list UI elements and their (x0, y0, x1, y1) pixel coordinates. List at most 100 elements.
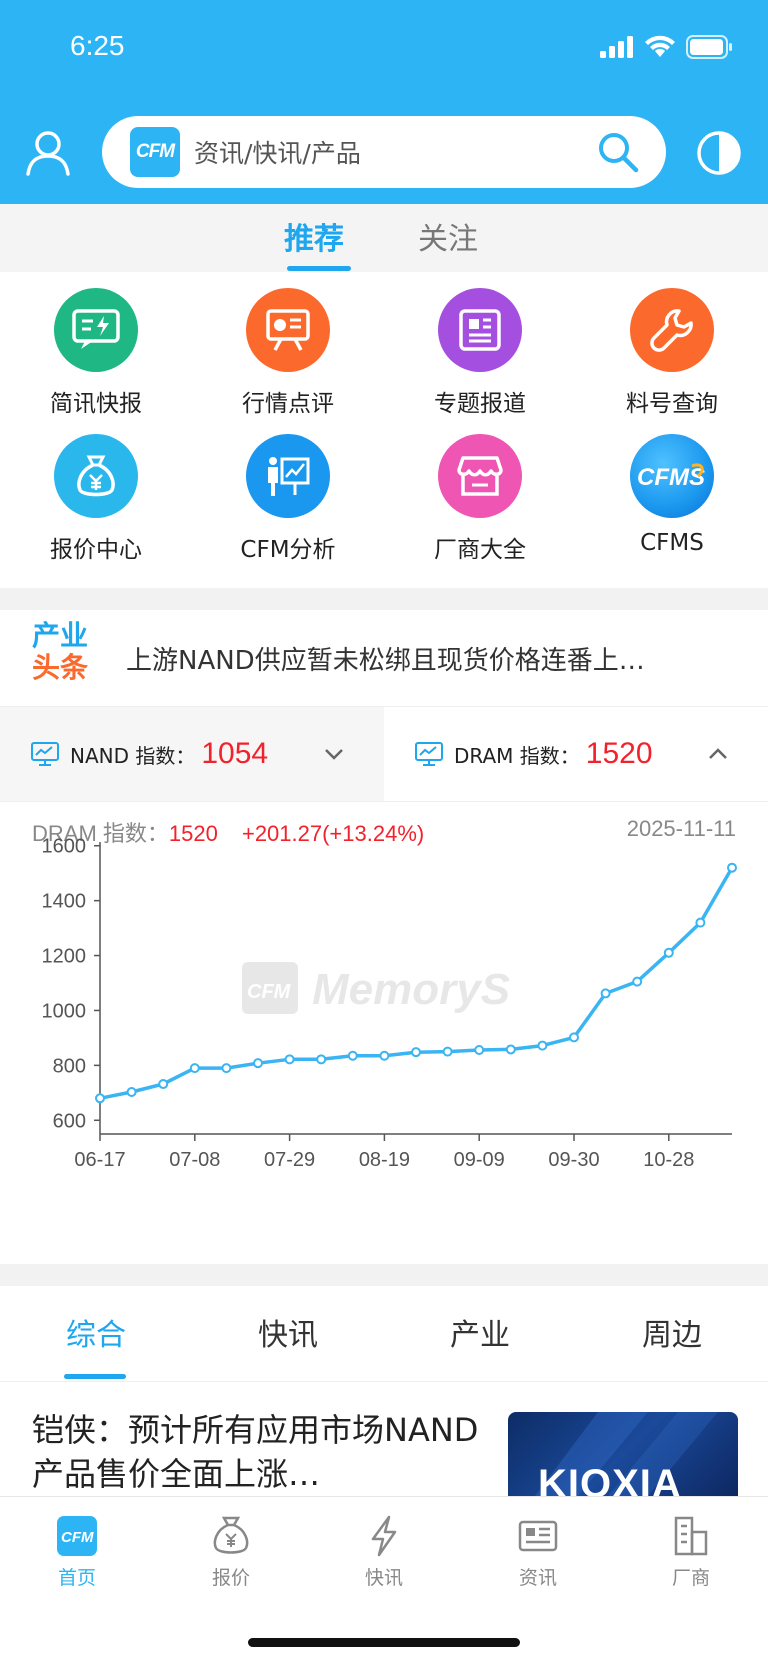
news-tab-all[interactable]: 综合 (0, 1310, 192, 1354)
theme-toggle-icon[interactable] (696, 130, 742, 176)
chevron-up-icon[interactable] (706, 743, 730, 765)
battery-icon (686, 35, 732, 59)
shortcut-label: 料号查询 (626, 391, 718, 417)
data-point (505, 1044, 516, 1055)
monitor-chart-icon (415, 742, 443, 766)
nav-home[interactable]: CFM 首页 (0, 1515, 154, 1595)
market-review-icon (246, 288, 330, 372)
chart-watermark: CFM MemoryS (242, 962, 510, 1014)
shortcut-cfm-analysis[interactable]: CFM分析 (192, 426, 384, 566)
shortcut-part-lookup[interactable]: 料号查询 (576, 280, 768, 420)
shortcut-cfms[interactable]: CFMS CFMS (576, 426, 768, 566)
news-thumbnail[interactable]: KIOXIA (508, 1412, 738, 1496)
news-tab-bar: 综合 快讯 产业 周边 (0, 1286, 768, 1382)
tab-active-indicator (287, 266, 351, 271)
industry-headline-logo: 产业 头条 (32, 620, 94, 684)
news-tab-peripheral[interactable]: 周边 (576, 1310, 768, 1354)
data-point (442, 1046, 453, 1057)
tab-follow[interactable]: 关注 (418, 214, 478, 264)
nav-vendors[interactable]: 厂商 (614, 1515, 768, 1595)
shortcut-news-flash[interactable]: 简讯快报 (0, 280, 192, 420)
y-tick-label: 1000 (42, 1000, 87, 1022)
data-point (695, 917, 706, 928)
x-tick-label: 07-29 (264, 1149, 315, 1171)
user-profile-icon[interactable] (22, 126, 74, 178)
status-icons (600, 32, 732, 62)
watermark-text: MemoryS (312, 965, 510, 1014)
nav-news[interactable]: 资讯 (461, 1515, 615, 1595)
home-indicator (248, 1638, 520, 1647)
nav-flash[interactable]: 快讯 (307, 1515, 461, 1595)
dram-index-chart: DRAM 指数：1520 +201.27(+13.24%) 2025-11-11… (0, 802, 768, 1264)
nav-label: 报价 (211, 1567, 250, 1589)
x-tick-label: 06-17 (74, 1149, 125, 1171)
x-tick-label: 09-09 (454, 1149, 505, 1171)
shortcut-label: 简讯快报 (50, 391, 142, 417)
headline-text[interactable]: 上游NAND供应暂未松绑且现货价格连番上… (126, 640, 732, 677)
shortcut-label: CFMS (640, 530, 704, 556)
y-tick-label: 1400 (42, 891, 87, 913)
nav-price[interactable]: 报价 (154, 1515, 308, 1595)
x-tick-label: 07-08 (169, 1149, 220, 1171)
data-point (221, 1063, 232, 1074)
tab-recommend[interactable]: 推荐 (284, 214, 344, 264)
cfms-logo-icon: CFMS (630, 434, 714, 518)
y-tick-label: 1600 (42, 836, 87, 858)
status-time: 6:25 (70, 30, 125, 61)
shortcut-label: 专题报道 (434, 391, 526, 417)
search-placeholder[interactable]: 资讯/快讯/产品 (194, 134, 596, 170)
shortcut-special-report[interactable]: 专题报道 (384, 280, 576, 420)
newspaper-icon (518, 1520, 558, 1552)
data-point (537, 1040, 548, 1051)
cfm-logo-icon: CFM (130, 127, 180, 177)
data-point (347, 1050, 358, 1061)
shortcut-label: 报价中心 (50, 537, 142, 563)
wifi-icon (645, 35, 675, 57)
shortcut-label: CFM分析 (240, 537, 336, 563)
shortcut-vendor-directory[interactable]: 厂商大全 (384, 426, 576, 566)
news-list-item[interactable]: 铠侠：预计所有应用市场NAND产品售价全面上涨… KIOXIA (0, 1382, 768, 1496)
y-tick-label: 600 (53, 1110, 86, 1132)
search-icon[interactable] (596, 130, 640, 174)
shortcut-grid: 简讯快报 行情点评 专题报道 料号查询 报价中心 CFM分析 厂商大全 CFMS… (0, 272, 768, 588)
search-bar[interactable]: CFM 资讯/快讯/产品 (102, 116, 666, 188)
watermark-logo: CFM (247, 981, 292, 1003)
data-point (411, 1047, 421, 1058)
industry-headline[interactable]: 产业 头条 上游NAND供应暂未松绑且现货价格连番上… (0, 610, 768, 706)
app-screen: 6:25 CFM 资讯/快讯/产品 推荐 关注 简讯快报 行情点评 专题报道 料… (0, 0, 768, 1663)
data-point (189, 1063, 200, 1074)
data-point (253, 1058, 263, 1069)
news-tab-indicator (64, 1374, 126, 1379)
data-point (600, 988, 611, 999)
data-point (284, 1054, 295, 1065)
data-point (474, 1044, 485, 1055)
top-header: 6:25 CFM 资讯/快讯/产品 (0, 0, 768, 204)
data-point (158, 1079, 169, 1090)
news-tab-industry[interactable]: 产业 (384, 1310, 576, 1354)
dram-index-value: 1520 (585, 737, 653, 770)
shortcut-market-review[interactable]: 行情点评 (192, 280, 384, 420)
nand-index-selector[interactable]: NAND 指数： 1054 (0, 707, 384, 801)
dram-index-selector[interactable]: DRAM 指数： 1520 (384, 707, 768, 801)
shortcut-quote-center[interactable]: 报价中心 (0, 426, 192, 566)
monitor-chart-icon (31, 742, 59, 766)
logo-line1: 产业 (32, 619, 89, 652)
data-point (569, 1032, 579, 1043)
building-icon (674, 1516, 708, 1556)
data-point (95, 1093, 105, 1104)
wrench-icon (630, 288, 714, 372)
chevron-down-icon[interactable] (322, 743, 346, 765)
report-icon (438, 288, 522, 372)
data-point (316, 1054, 327, 1065)
home-cfm-icon: CFM (57, 1516, 97, 1556)
news-title[interactable]: 铠侠：预计所有应用市场NAND产品售价全面上涨… (32, 1408, 480, 1496)
news-tab-flash[interactable]: 快讯 (192, 1310, 384, 1354)
price-bag-icon (213, 1516, 249, 1554)
shortcut-label: 厂商大全 (434, 537, 526, 563)
nav-label: 首页 (57, 1567, 96, 1589)
data-point (379, 1050, 390, 1061)
lightning-icon (371, 1515, 397, 1557)
y-tick-label: 800 (53, 1055, 86, 1077)
money-bag-icon (54, 434, 138, 518)
index-selector-row: NAND 指数： 1054 DRAM 指数： 1520 (0, 706, 768, 802)
